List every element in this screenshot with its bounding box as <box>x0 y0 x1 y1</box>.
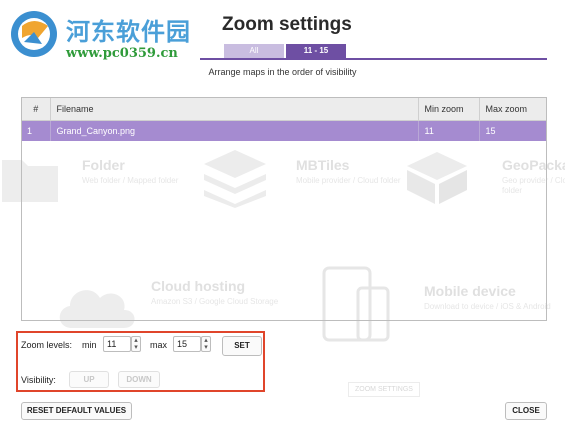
min-zoom-stepper-icon[interactable]: ▴ ▾ <box>131 336 141 352</box>
row-min-zoom: 11 <box>418 120 480 141</box>
row-filename: Grand_Canyon.png <box>50 120 419 141</box>
table-header-row: # Filename Min zoom Max zoom <box>22 98 546 121</box>
zoom-levels-label: Zoom levels: <box>21 340 73 350</box>
tab-underline <box>200 58 547 60</box>
column-header-max-zoom[interactable]: Max zoom <box>479 98 546 121</box>
min-zoom-input[interactable]: 11 <box>103 336 131 352</box>
column-header-min-zoom[interactable]: Min zoom <box>418 98 480 121</box>
row-max-zoom: 15 <box>479 120 546 141</box>
dialog-title: Zoom settings <box>222 14 352 35</box>
bg-zoom-settings-ghost: ZOOM SETTINGS <box>348 382 420 397</box>
table-row[interactable]: 1 Grand_Canyon.png 11 15 <box>22 120 546 141</box>
watermark-title: 河东软件园 <box>66 17 191 46</box>
zoom-tabs: All 11 - 15 <box>224 44 346 58</box>
watermark-url: www.pc0359.cn <box>66 46 178 61</box>
close-button[interactable]: CLOSE <box>505 402 547 420</box>
row-index: 1 <box>22 120 51 141</box>
max-label: max <box>150 340 168 350</box>
move-up-button[interactable]: UP <box>69 371 109 388</box>
dialog-subtitle: Arrange maps in the order of visibility <box>208 67 357 77</box>
set-button[interactable]: SET <box>222 336 262 356</box>
move-down-button[interactable]: DOWN <box>118 371 160 388</box>
max-zoom-stepper-icon[interactable]: ▴ ▾ <box>201 336 211 352</box>
tab-all[interactable]: All <box>224 44 284 58</box>
max-zoom-input[interactable]: 15 <box>173 336 201 352</box>
column-header-index[interactable]: # <box>22 98 51 121</box>
min-label: min <box>82 340 97 350</box>
column-header-filename[interactable]: Filename <box>50 98 419 121</box>
visibility-label: Visibility: <box>21 375 56 385</box>
tab-11-15[interactable]: 11 - 15 <box>286 44 346 58</box>
maps-table: # Filename Min zoom Max zoom 1 Grand_Can… <box>21 97 547 321</box>
reset-default-values-button[interactable]: RESET DEFAULT VALUES <box>21 402 132 420</box>
watermark-logo-icon <box>8 8 60 60</box>
